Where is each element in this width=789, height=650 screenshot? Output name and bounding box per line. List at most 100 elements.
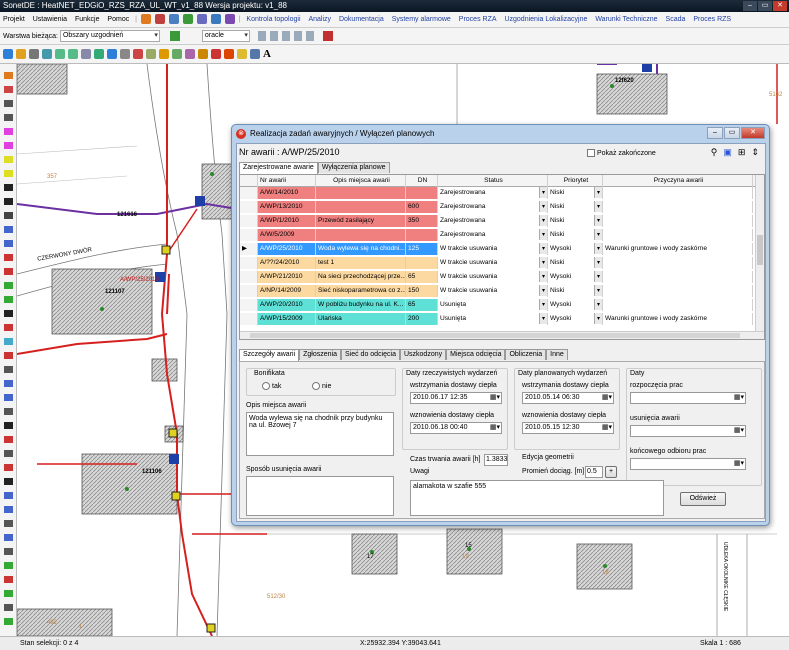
cell-opis[interactable] <box>316 229 406 241</box>
node-icon[interactable] <box>172 49 182 59</box>
dropdown-arrow-icon[interactable]: ▾ <box>539 299 547 310</box>
cell-prio[interactable]: Niski ▾ <box>548 215 603 227</box>
bonus-nie-radio[interactable]: nie <box>312 382 331 390</box>
tool-icon-31[interactable] <box>4 492 13 499</box>
pwstrz-date-picker[interactable]: 2010.05.14 06:30 ▦▾ <box>522 392 614 404</box>
cell-przyczyna[interactable] <box>603 257 753 269</box>
cell-przyczyna[interactable] <box>603 215 753 227</box>
tab-registered[interactable]: Zarejestrowane awarie <box>239 162 318 174</box>
cell-opis[interactable] <box>316 201 406 213</box>
tool-icon-35[interactable] <box>4 548 13 555</box>
cell-dn[interactable]: 350 <box>406 215 438 227</box>
menu-proces-rzs[interactable]: Proces RZS <box>690 12 734 27</box>
menu-dokumentacja[interactable]: Dokumentacja <box>336 12 387 27</box>
dropdown-arrow-icon[interactable]: ▾ <box>594 243 602 254</box>
table-row[interactable]: A/WP/1/2010 Przewód zasilający 350 Zarejest… <box>240 215 760 227</box>
row-indicator[interactable] <box>240 313 258 325</box>
tool-icon-4[interactable] <box>4 114 13 121</box>
cell-status[interactable]: Zarejestrowana ▾ <box>438 215 548 227</box>
dropdown-arrow-icon[interactable]: ▾ <box>594 257 602 268</box>
uwagi-textarea[interactable]: alamakota w szafie 555 <box>410 480 664 516</box>
table-row[interactable]: A/WP/15/2009 Ulańska 200 Usunięta ▾ Wysoki ▾ Wa… <box>240 313 760 325</box>
grid-hscrollbar[interactable] <box>240 331 764 339</box>
tool-icon-26[interactable] <box>4 422 13 429</box>
layers-icon[interactable] <box>29 49 39 59</box>
dropdown-arrow-icon[interactable]: ▾ <box>594 271 602 282</box>
measure-icon[interactable] <box>120 49 130 59</box>
table-row[interactable]: A/W/14/2010 Zarejestrowana ▾ Niski ▾ <box>240 187 760 199</box>
refresh-button[interactable]: Odśwież <box>680 492 726 506</box>
cell-prio[interactable]: Wysoki ▾ <box>548 313 603 325</box>
close-button[interactable]: ✕ <box>773 1 787 11</box>
table-row[interactable]: A/WP/13/2010 600 Zarejestrowana ▾ Niski ▾ <box>240 201 760 213</box>
cell-dn[interactable]: 150 <box>406 285 438 297</box>
row-indicator[interactable]: ▶ <box>240 243 258 255</box>
menu-proces-rza[interactable]: Proces RZA <box>456 12 500 27</box>
flag-icon[interactable] <box>133 49 143 59</box>
czas-field[interactable]: 1.3833 <box>484 454 508 466</box>
usun-date-picker[interactable]: ▦▾ <box>630 425 746 437</box>
sort-icon[interactable]: ⇕ <box>751 147 759 158</box>
tool-icon-39[interactable] <box>4 604 13 611</box>
info-icon[interactable] <box>107 49 117 59</box>
tool-icon-8[interactable] <box>4 170 13 177</box>
search-icon[interactable] <box>168 14 179 25</box>
row-indicator[interactable] <box>240 285 258 297</box>
konc-date-picker[interactable]: ▦▾ <box>630 458 746 470</box>
edit-icon[interactable] <box>196 14 207 25</box>
tab-planned[interactable]: Wyłączenia planowe <box>317 162 390 173</box>
tab-zgloszenia[interactable]: Zgłoszenia <box>299 349 341 360</box>
table-icon[interactable] <box>210 14 221 25</box>
cell-dn[interactable] <box>406 229 438 241</box>
dialog-title-bar[interactable]: ⊗ Realizacja zadań awaryjnych / Wyłączeń… <box>232 125 769 143</box>
cell-nr[interactable]: A/WP/21/2010 <box>258 271 316 283</box>
cell-status[interactable]: Zarejestrowana ▾ <box>438 229 548 241</box>
cell-przyczyna[interactable]: Warunki gruntowe i wody zaskórne <box>603 243 753 255</box>
cell-nr[interactable]: A/WP/15/2009 <box>258 313 316 325</box>
cell-status[interactable]: W trakcie usuwania ▾ <box>438 285 548 297</box>
cell-nr[interactable]: A/WP/20/2010 <box>258 299 316 311</box>
zoom-out-icon[interactable] <box>68 49 78 59</box>
dropdown-arrow-icon[interactable]: ▾ <box>594 215 602 226</box>
dropdown-arrow-icon[interactable]: ▾ <box>594 299 602 310</box>
cell-przyczyna[interactable]: Warunki gruntowe i wody zaskórne <box>603 313 753 325</box>
minimize-button[interactable]: ‒ <box>743 1 757 11</box>
select-icon[interactable] <box>3 49 13 59</box>
rozp-date-picker[interactable]: ▦▾ <box>630 392 746 404</box>
tool-icon-19[interactable] <box>4 324 13 331</box>
dropdown-arrow-icon[interactable]: ▾ <box>539 187 547 198</box>
dropdown-arrow-icon[interactable]: ▾ <box>594 229 602 240</box>
cell-przyczyna[interactable] <box>603 285 753 297</box>
tool-icon-1[interactable] <box>4 72 13 79</box>
col-opis[interactable]: Opis miejsca awarii <box>316 175 406 187</box>
tool-icon-18[interactable] <box>4 310 13 317</box>
dropdown-arrow-icon[interactable]: ▾ <box>539 229 547 240</box>
text-icon[interactable]: A <box>263 49 273 60</box>
pan-icon[interactable] <box>16 49 26 59</box>
dropdown-arrow-icon[interactable]: ▾ <box>539 257 547 268</box>
dropdown-arrow-icon[interactable]: ▾ <box>539 215 547 226</box>
dropdown-arrow-icon[interactable]: ▾ <box>539 313 547 324</box>
tool-icon-40[interactable] <box>4 618 13 625</box>
cell-przyczyna[interactable] <box>603 201 753 213</box>
cell-opis[interactable]: Ulańska <box>316 313 406 325</box>
col-priorytet[interactable]: Priorytet <box>548 175 603 187</box>
menu-ustawienia[interactable]: Ustawienia <box>30 12 70 27</box>
wznow-date-picker[interactable]: 2010.06.18 00:40 ▦▾ <box>410 422 502 434</box>
calendar-dropdown-icon[interactable]: ▦▾ <box>490 393 500 403</box>
cell-opis[interactable]: Przewód zasilający <box>316 215 406 227</box>
pin-icon[interactable]: ⊞ <box>738 147 746 158</box>
cell-prio[interactable]: Wysoki ▾ <box>548 271 603 283</box>
cell-nr[interactable]: A/WP/25/2010 <box>258 243 316 255</box>
calendar-dropdown-icon[interactable]: ▦▾ <box>734 459 744 469</box>
cell-przyczyna[interactable] <box>603 229 753 241</box>
layer-select[interactable]: Obszary uzgodnień <box>59 30 160 43</box>
tab-miejsca[interactable]: Miejsca odcięcia <box>446 349 506 360</box>
db-tools-icon[interactable] <box>257 31 318 42</box>
tool-icon-22[interactable] <box>4 366 13 373</box>
tool-icon-21[interactable] <box>4 352 13 359</box>
tool-icon-28[interactable] <box>4 450 13 457</box>
dialog-maximize-button[interactable]: ▭ <box>724 127 740 139</box>
menu-systemy-alarmowe[interactable]: Systemy alarmowe <box>389 12 454 27</box>
promien-field[interactable]: 0.5 <box>585 466 603 478</box>
